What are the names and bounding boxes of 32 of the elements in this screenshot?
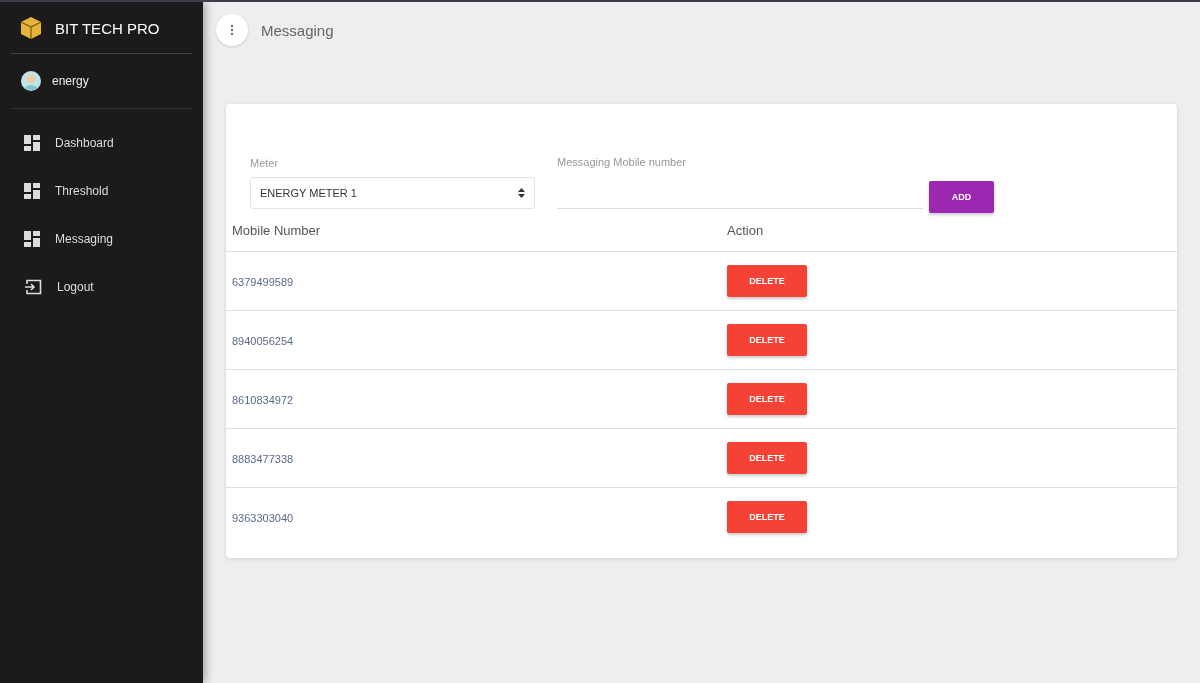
add-button[interactable]: ADD [929,181,994,213]
delete-button[interactable]: DELETE [727,324,807,356]
nav-item[interactable]: Logout [0,263,203,311]
avatar-icon [20,70,42,92]
meter-label: Meter [250,157,280,169]
vertical-dots-icon [230,24,234,36]
delete-button[interactable]: DELETE [727,265,807,297]
mobile-number: 6379499589 [232,276,294,288]
page-title: Messaging [261,21,334,39]
nav-item[interactable]: Dashboard [0,119,203,167]
sort-caret-icon [518,188,525,198]
column-header: Mobile Number [231,222,322,238]
mobile-number: 8883477338 [232,453,294,465]
mobile-number: 9363303040 [232,512,294,524]
meter-select[interactable]: ENERGY METER 1 [250,177,535,209]
nav-item[interactable]: Threshold [0,167,203,215]
brand-name: BIT TECH PRO [55,19,160,37]
delete-button[interactable]: DELETE [727,383,807,415]
logout-icon [24,279,42,295]
column-header: Action [727,222,765,238]
delete-button[interactable]: DELETE [727,501,807,533]
mobile-number-label: Messaging Mobile number [557,156,687,168]
nav-item[interactable]: Messaging [0,215,203,263]
dashboard-grid-icon [24,183,40,199]
mobile-number: 8940056254 [232,335,294,347]
delete-button[interactable]: DELETE [727,442,807,474]
menu-button[interactable] [216,14,248,46]
user-name: energy [52,74,89,88]
dashboard-grid-icon [24,231,40,247]
dashboard-grid-icon [24,135,40,151]
mobile-number: 8610834972 [232,394,294,406]
cube-logo-icon [19,16,43,40]
